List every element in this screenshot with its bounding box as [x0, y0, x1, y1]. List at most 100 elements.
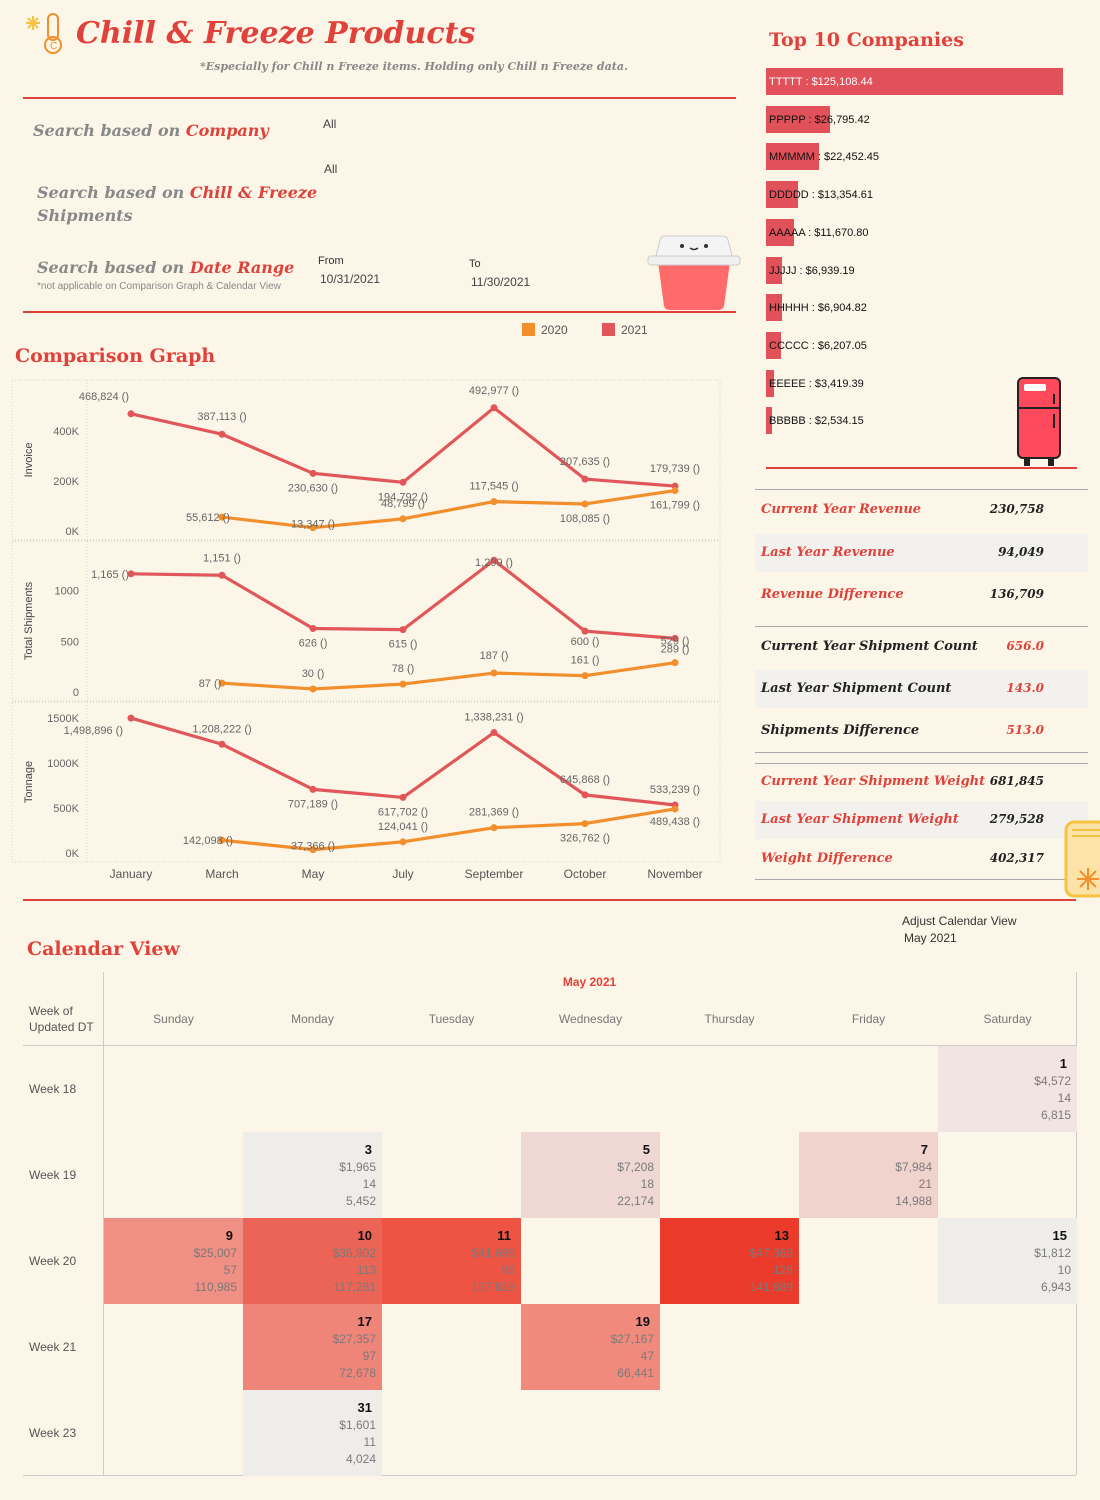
series-line-2020 — [221, 661, 676, 691]
data-label: 600 () — [571, 636, 600, 648]
from-date-input[interactable]: 10/31/2021 — [320, 272, 380, 286]
kpi-value: 279,528 — [989, 812, 1044, 826]
calendar-count: 47 — [640, 1349, 654, 1363]
data-label: 108,085 () — [560, 513, 610, 525]
calendar-weight: 141,889 — [749, 1280, 793, 1294]
y-axis-label: Invoice — [23, 443, 35, 478]
calendar-cell[interactable]: 10 $36,902 113 117,281 — [243, 1218, 382, 1304]
calendar-cell[interactable]: 11 $41,698 96 137,819 — [382, 1218, 521, 1304]
x-tick-label: May — [302, 867, 325, 881]
calendar-cell[interactable]: 19 $27,167 47 66,441 — [521, 1304, 660, 1390]
company-filter-label: Search based on Company — [33, 121, 269, 140]
calendar-count: 14 — [362, 1177, 376, 1191]
calendar-day-number: 15 — [1052, 1228, 1067, 1243]
kpi-value: 513.0 — [1006, 723, 1044, 737]
calendar-week-label: Week 21 — [29, 1340, 77, 1354]
calendar-revenue: $25,007 — [193, 1246, 237, 1260]
top10-label: JJJJJ : $6,939.19 — [769, 264, 855, 277]
data-point — [218, 571, 226, 579]
calendar-revenue: $27,357 — [332, 1332, 376, 1346]
calendar-count: 97 — [362, 1349, 376, 1363]
calendar-revenue: $36,902 — [332, 1246, 376, 1260]
calendar-month: May 2021 — [562, 975, 617, 989]
data-label: 30 () — [302, 668, 325, 680]
data-label: 1,165 () — [91, 569, 129, 581]
calendar-cell[interactable]: 31 $1,601 11 4,024 — [243, 1390, 382, 1476]
legend-2021-swatch — [602, 323, 615, 336]
legend-2021-label: 2021 — [621, 323, 648, 337]
data-label: 117,545 () — [469, 481, 518, 493]
calendar-count: 18 — [640, 1177, 654, 1191]
calendar-revenue: $1,812 — [1034, 1246, 1071, 1260]
data-label: 387,113 () — [197, 411, 246, 423]
calendar-weight: 110,985 — [194, 1280, 238, 1294]
calendar-cell[interactable]: 5 $7,208 18 22,174 — [521, 1132, 660, 1218]
data-point — [671, 659, 679, 667]
data-label: 468,824 () — [79, 391, 129, 403]
header-divider — [23, 97, 736, 99]
kpi-label: Last Year Revenue — [761, 545, 895, 560]
calendar-weight: 137,819 — [471, 1280, 515, 1294]
kpi-row: Revenue Difference 136,709 — [755, 576, 1088, 614]
kpi-row: Current Year Shipment Count 656.0 — [755, 628, 1088, 666]
kpi-label: Revenue Difference — [761, 587, 904, 602]
calendar-day-number: 3 — [364, 1142, 372, 1157]
kpi-value: 143.0 — [1006, 681, 1044, 695]
cooler-box-icon — [647, 235, 741, 310]
data-label: 78 () — [392, 663, 415, 675]
top10-label: BBBBB : $2,534.15 — [769, 415, 864, 428]
data-label: 626 () — [299, 638, 328, 650]
data-point — [127, 410, 135, 418]
calendar-revenue: $7,208 — [617, 1160, 654, 1174]
data-point — [127, 714, 135, 722]
company-filter-value[interactable]: All — [323, 117, 336, 131]
calendar-row-header: Week of Updated DT — [29, 1004, 94, 1034]
freezer-icon — [1064, 820, 1100, 898]
data-point — [490, 824, 498, 832]
kpi-label: Current Year Shipment Weight — [761, 774, 986, 789]
y-tick-label: 1000 — [55, 586, 79, 598]
top10-label: CCCCC : $6,207.05 — [769, 339, 867, 352]
calendar-cell[interactable]: 7 $7,984 21 14,988 — [799, 1132, 938, 1218]
calendar-weight: 6,943 — [1040, 1280, 1071, 1294]
y-tick-label: 400K — [53, 426, 79, 438]
data-label: 55,612 () — [186, 512, 230, 524]
kpi-value: 681,845 — [989, 774, 1044, 788]
calendar-revenue: $41,698 — [471, 1246, 515, 1260]
data-point — [309, 685, 317, 693]
calendar-revenue: $7,984 — [895, 1160, 932, 1174]
kpi-value: 94,049 — [998, 545, 1044, 559]
calendar-revenue: $27,167 — [610, 1332, 654, 1346]
data-point — [490, 669, 498, 677]
kpi-label: Shipments Difference — [761, 723, 920, 738]
top10-label: AAAAA : $11,670.80 — [769, 226, 869, 239]
y-tick-label: 0K — [66, 848, 80, 860]
calendar-revenue: $1,965 — [339, 1160, 376, 1174]
date-filter-label: Search based on Date Range — [37, 258, 295, 277]
calendar-weight: 22,174 — [617, 1194, 654, 1208]
calendar-cell[interactable]: 13 $47,368 128 141,889 — [660, 1218, 799, 1304]
data-point — [399, 626, 407, 634]
calendar-cell[interactable]: 3 $1,965 14 5,452 — [243, 1132, 382, 1218]
top10-title: Top 10 Companies — [769, 29, 964, 51]
data-label: 707,189 () — [288, 798, 338, 810]
calendar-revenue: $4,572 — [1034, 1074, 1071, 1088]
calendar-count: 57 — [223, 1263, 237, 1277]
calendar-cell[interactable]: 9 $25,007 57 110,985 — [104, 1218, 243, 1304]
calendar-count: 128 — [772, 1263, 793, 1277]
adjust-calendar-select[interactable]: May 2021 — [904, 931, 957, 945]
y-tick-label: 500K — [53, 803, 79, 815]
data-label: 1,498,896 () — [64, 725, 123, 737]
calendar-day-number: 17 — [357, 1314, 372, 1329]
data-point — [490, 498, 498, 506]
calendar-cell[interactable]: 17 $27,357 97 72,678 — [243, 1304, 382, 1390]
calendar-cell[interactable]: 15 $1,812 10 6,943 — [938, 1218, 1077, 1304]
data-point — [399, 478, 407, 486]
date-filter-note: *not applicable on Comparison Graph & Ca… — [37, 281, 281, 292]
to-date-input[interactable]: 11/30/2021 — [471, 275, 530, 289]
calendar-cell[interactable]: 1 $4,572 14 6,815 — [938, 1046, 1077, 1132]
kpi-divider — [755, 489, 1088, 490]
top10-divider — [766, 467, 1077, 469]
x-tick-label: October — [564, 867, 607, 881]
shipments-filter-value[interactable]: All — [324, 162, 337, 176]
